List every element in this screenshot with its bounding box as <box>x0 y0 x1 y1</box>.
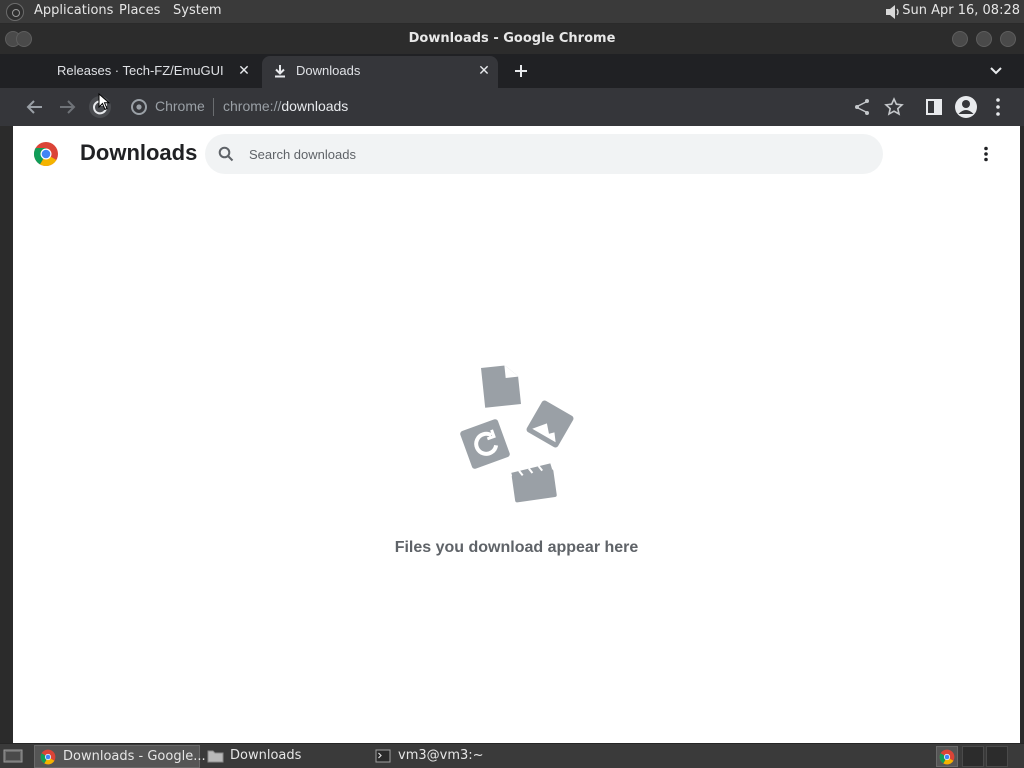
show-desktop-icon[interactable] <box>3 748 23 764</box>
download-icon <box>275 65 285 78</box>
chrome-page-icon <box>131 99 147 115</box>
search-icon[interactable] <box>218 146 234 162</box>
tab-releases[interactable]: Releases · Tech-FZ/EmuGUI ✕ <box>14 56 260 88</box>
omnibox-url[interactable]: chrome://downloads <box>223 98 348 114</box>
new-tab-plus-icon[interactable] <box>513 63 529 79</box>
chrome-icon <box>939 749 955 765</box>
taskbar-item-chrome[interactable]: Downloads - Google... <box>34 745 206 768</box>
tab-downloads[interactable]: Downloads ✕ <box>262 56 498 88</box>
browser-toolbar: Chrome chrome://downloads <box>0 88 1024 126</box>
taskbar-item-label: Downloads <box>230 748 302 763</box>
search-input[interactable] <box>249 142 849 166</box>
side-panel-icon[interactable] <box>922 95 946 119</box>
distro-logo-icon[interactable] <box>6 3 24 21</box>
tab-close-icon[interactable]: ✕ <box>236 62 252 78</box>
chrome-menu-kebab-icon[interactable] <box>986 95 1010 119</box>
back-arrow-icon[interactable] <box>23 95 47 119</box>
empty-state-message: Files you download appear here <box>394 539 639 556</box>
omnibox-origin-chip[interactable]: Chrome <box>155 98 205 114</box>
minimize-button[interactable] <box>952 31 968 47</box>
page-more-actions-kebab-icon[interactable] <box>978 146 994 162</box>
window-shade-button[interactable] <box>16 31 32 47</box>
empty-downloads-illustration <box>460 365 574 503</box>
omnibox[interactable]: Chrome chrome://downloads <box>122 92 894 122</box>
taskbar-item-downloads-folder[interactable]: Downloads <box>204 745 354 768</box>
search-downloads-box[interactable] <box>205 134 883 174</box>
tab-label: Downloads <box>296 63 361 78</box>
share-icon[interactable] <box>850 95 874 119</box>
workspace-2[interactable] <box>962 746 984 767</box>
url-scheme: chrome:// <box>223 98 282 114</box>
forward-arrow-icon[interactable] <box>55 95 79 119</box>
page-title: Downloads <box>80 140 198 165</box>
close-window-button[interactable] <box>1000 31 1016 47</box>
taskbar-item-label: vm3@vm3:~ <box>398 748 484 763</box>
taskbar-item-label: Downloads - Google... <box>63 749 206 764</box>
chrome-logo-icon <box>33 142 58 167</box>
tab-search-chevron-down-icon[interactable] <box>989 66 1003 76</box>
tab-strip: Releases · Tech-FZ/EmuGUI ✕ Downloads ✕ <box>0 54 1024 88</box>
maximize-button[interactable] <box>976 31 992 47</box>
tab-close-icon[interactable]: ✕ <box>476 62 492 78</box>
image-file-icon <box>526 400 574 448</box>
places-menu[interactable]: Places <box>119 3 160 18</box>
bookmark-star-icon[interactable] <box>882 95 906 119</box>
bottom-taskbar: Downloads - Google... Downloads vm3@vm3:… <box>0 743 1024 768</box>
right-desktop-strip <box>1020 126 1024 743</box>
workspace-3[interactable] <box>986 746 1008 767</box>
video-clapper-icon <box>511 463 557 503</box>
taskbar-item-terminal[interactable]: vm3@vm3:~ <box>372 745 522 768</box>
speaker-volume-icon[interactable] <box>884 3 902 21</box>
terminal-icon <box>375 749 391 763</box>
omnibox-separator <box>213 98 214 116</box>
document-file-icon <box>481 365 521 408</box>
chrome-icon <box>40 749 56 765</box>
url-path: downloads <box>281 98 349 114</box>
mouse-pointer-icon <box>98 93 110 111</box>
window-title: Downloads - Google Chrome <box>408 31 616 46</box>
profile-avatar-icon[interactable] <box>954 95 978 119</box>
top-panel: Applications Places System Sun Apr 16, 0… <box>0 0 1024 24</box>
applications-menu[interactable]: Applications <box>34 3 113 18</box>
refresh-file-icon <box>460 419 510 469</box>
folder-icon <box>207 750 224 763</box>
panel-clock[interactable]: Sun Apr 16, 08:28 <box>902 3 1020 18</box>
system-menu[interactable]: System <box>173 3 221 18</box>
downloads-page: Downloads Files you download app <box>13 126 1020 743</box>
workspace-switcher[interactable] <box>936 746 958 767</box>
window-titlebar[interactable]: Downloads - Google Chrome <box>0 24 1024 54</box>
tab-label: Releases · Tech-FZ/EmuGUI <box>57 63 224 78</box>
left-desktop-strip <box>0 126 13 743</box>
